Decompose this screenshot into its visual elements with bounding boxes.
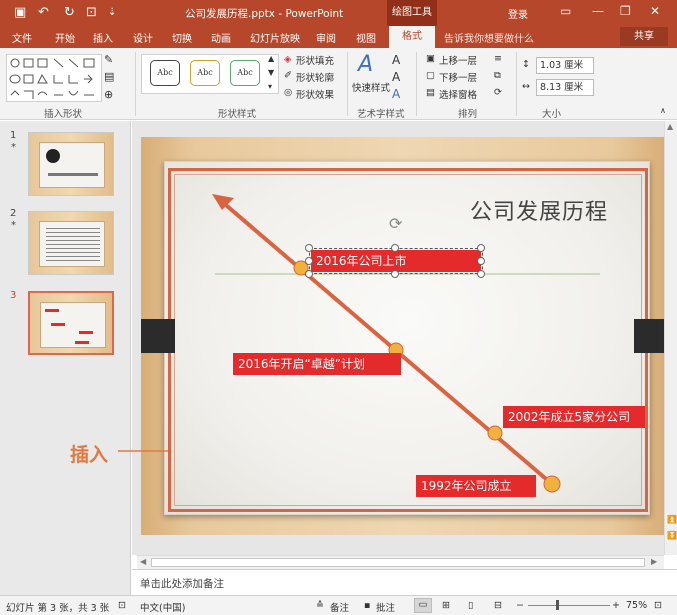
horizontal-scroll-thumb[interactable] [151, 558, 645, 567]
comments-icon: ▪ [364, 600, 371, 611]
normal-view-icon[interactable]: ▭ [414, 598, 432, 613]
status-bar: 幻灯片 第 3 张，共 3 张 ⊡ 中文(中国) ≙ 备注 ▪ 批注 ▭ ⊞ ▯… [0, 595, 677, 615]
prev-slide-icon[interactable]: ⏫ [667, 515, 677, 524]
timeline-label-2002-branches[interactable]: 2002年成立5家分公司 [503, 406, 645, 428]
zoom-slider[interactable] [528, 605, 610, 606]
notes-icon: ≙ [316, 600, 324, 611]
next-slide-icon[interactable]: ⏬ [667, 531, 677, 540]
slide-counter: 幻灯片 第 3 张，共 3 张 [6, 603, 110, 614]
notes-pane[interactable]: 单击此处添加备注 [132, 569, 677, 595]
vertical-scrollbar[interactable]: ▲ ⏫ ⏬ [664, 121, 677, 555]
spellcheck-icon[interactable]: ⊡ [118, 600, 126, 611]
slideshow-icon[interactable]: ⊟ [494, 600, 502, 611]
slide-sorter-icon[interactable]: ⊞ [442, 600, 450, 611]
rotate-handle-icon[interactable]: ⟳ [389, 214, 402, 233]
zoom-in-icon[interactable]: + [612, 600, 620, 611]
timeline-dot[interactable] [487, 425, 503, 441]
language-indicator[interactable]: 中文(中国) [140, 600, 185, 614]
horizontal-scrollbar[interactable]: ◀ ▶ [137, 555, 664, 569]
timeline-graphics [118, 194, 600, 493]
insert-callout-text: 插入 [70, 444, 109, 466]
notes-placeholder[interactable]: 单击此处添加备注 [140, 576, 224, 591]
scroll-up-icon[interactable]: ▲ [667, 122, 673, 131]
zoom-slider-thumb[interactable] [556, 600, 559, 610]
fit-slide-icon[interactable]: ⊡ [654, 600, 662, 611]
zoom-out-icon[interactable]: − [516, 600, 524, 611]
notes-button[interactable]: 备注 [330, 600, 349, 614]
scroll-right-icon[interactable]: ▶ [651, 557, 657, 566]
timeline-label-1992-founded[interactable]: 1992年公司成立 [416, 475, 536, 497]
reading-view-icon[interactable]: ▯ [468, 600, 473, 611]
timeline-dot[interactable] [543, 475, 561, 493]
scroll-left-icon[interactable]: ◀ [140, 557, 146, 566]
zoom-level[interactable]: 75% [626, 600, 647, 611]
comments-button[interactable]: 批注 [376, 600, 395, 614]
timeline-label-2016-excellence[interactable]: 2016年开启“卓越”计划 [233, 353, 401, 375]
